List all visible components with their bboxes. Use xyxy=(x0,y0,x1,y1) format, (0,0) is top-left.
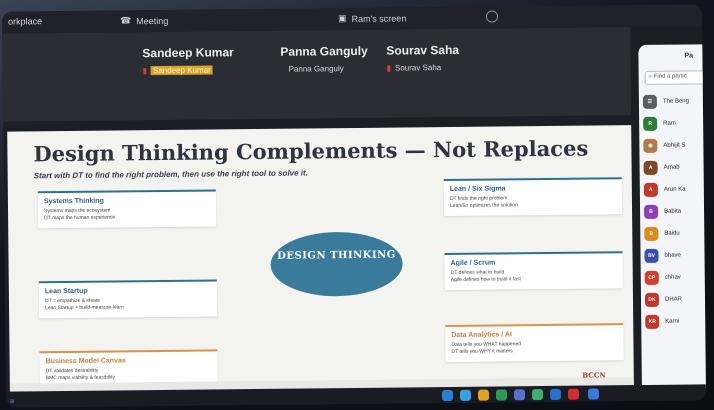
list-item[interactable]: A Arun Ka xyxy=(643,178,706,201)
card-body: DT finds the right problem Lean/6σ optim… xyxy=(449,195,518,209)
avatar: CP xyxy=(644,270,659,285)
panel-title: Pa xyxy=(684,52,694,60)
list-item[interactable]: ☰ The Beng xyxy=(642,90,706,113)
slide-card: Lean / Six Sigma DT finds the right prob… xyxy=(443,177,623,217)
list-item[interactable]: R Ram xyxy=(643,112,706,135)
app-icon[interactable] xyxy=(477,389,490,401)
slide-card: Data Analytics / AI Data tells you WHAT … xyxy=(445,323,624,363)
participant-name: Panna Ganguly xyxy=(280,43,368,59)
meeting-icon: ☎ xyxy=(119,15,132,26)
avatar: A xyxy=(643,182,658,197)
meeting-label[interactable]: ☎ Meeting xyxy=(120,15,168,27)
app-name: orkplace xyxy=(7,16,43,27)
list-item[interactable]: B Babita xyxy=(644,200,706,223)
slide-card: Agile / Scrum DT defines what to build A… xyxy=(444,251,623,291)
app-icon[interactable] xyxy=(531,389,544,401)
participant-tile[interactable]: Panna Ganguly Panna Ganguly xyxy=(280,44,401,103)
windows-start-icon[interactable]: ⊞ xyxy=(10,399,14,405)
group-icon: ☰ xyxy=(642,94,657,109)
participant-name: Sourav Saha xyxy=(386,42,460,58)
card-body: Data tells you WHAT happened DT tells yo… xyxy=(451,341,522,355)
app-icon[interactable] xyxy=(567,388,580,400)
screen-share-label: ▣ Ram's screen xyxy=(337,12,407,24)
avatar: DK xyxy=(644,292,660,307)
shared-slide: Design Thinking Complements — Not Replac… xyxy=(7,125,634,394)
avatar: ◉ xyxy=(643,138,658,153)
list-item[interactable]: DK DHAR xyxy=(644,288,706,311)
laptop-screen: orkplace ☎ Meeting ▣ Ram's screen Sandee… xyxy=(1,4,707,408)
card-body: DT defines what to build Agile defines h… xyxy=(450,269,521,283)
list-item[interactable]: KR Karni xyxy=(645,310,706,333)
participant-label: Panna Ganguly xyxy=(288,64,344,74)
app-icon[interactable] xyxy=(441,389,454,402)
participant-label: ▮ Sandeep Kumar xyxy=(142,65,213,76)
avatar: B xyxy=(644,226,659,241)
mic-muted-icon: ▮ xyxy=(386,63,392,73)
status-circle-icon[interactable] xyxy=(485,10,499,23)
participant-strip: Sandeep Kumar ▮ Sandeep Kumar Panna Gang… xyxy=(2,27,632,122)
app-icon[interactable] xyxy=(587,388,600,400)
slide-subtitle: Start with DT to find the right problem,… xyxy=(33,168,308,181)
card-body: DT = empathize & ideate Lean Startup = b… xyxy=(44,297,124,312)
participant-name: Sandeep Kumar xyxy=(142,45,234,61)
app-icon[interactable] xyxy=(513,389,526,401)
participant-tile[interactable]: Sourav Saha ▮ Sourav Saha xyxy=(386,42,507,101)
slide-card: Lean Startup DT = empathize & ideate Lea… xyxy=(38,279,218,319)
mic-muted-icon: ▮ xyxy=(142,66,148,76)
participants-panel: Pa ⌕ Find a partic ☰ The Beng R Ram ◉ Ab… xyxy=(638,44,707,389)
participant-tile[interactable]: Sandeep Kumar ▮ Sandeep Kumar xyxy=(142,45,263,104)
list-item[interactable]: ◉ Abhijit S xyxy=(643,134,706,157)
participant-label: ▮ Sourav Saha xyxy=(386,63,442,73)
slide-card: Systems Thinking Systems maps the ecosys… xyxy=(37,189,217,229)
avatar: BV xyxy=(644,248,659,263)
participant-list: ☰ The Beng R Ram ◉ Abhijit S A Arnab A A… xyxy=(642,90,707,333)
list-item[interactable]: B Baidu xyxy=(644,222,706,245)
slide-title: Design Thinking Complements — Not Replac… xyxy=(33,135,589,167)
screen-share-icon: ▣ xyxy=(337,13,347,24)
app-icon[interactable] xyxy=(549,388,562,400)
app-icon[interactable] xyxy=(459,389,472,401)
avatar: B xyxy=(644,204,659,219)
avatar: A xyxy=(643,160,658,175)
design-thinking-center: DESIGN THINKING xyxy=(270,231,403,297)
list-item[interactable]: CP chhav xyxy=(644,266,706,289)
slide-logo: BCCN xyxy=(582,370,606,380)
list-item[interactable]: A Arnab xyxy=(643,156,707,179)
avatar: KR xyxy=(645,314,660,329)
app-icon[interactable] xyxy=(495,389,508,401)
card-body: Systems maps the ecosystem DT maps the h… xyxy=(44,207,116,222)
participant-search-input[interactable]: ⌕ Find a partic xyxy=(644,70,707,85)
list-item[interactable]: BV bhave xyxy=(644,244,706,267)
avatar: R xyxy=(643,116,658,131)
